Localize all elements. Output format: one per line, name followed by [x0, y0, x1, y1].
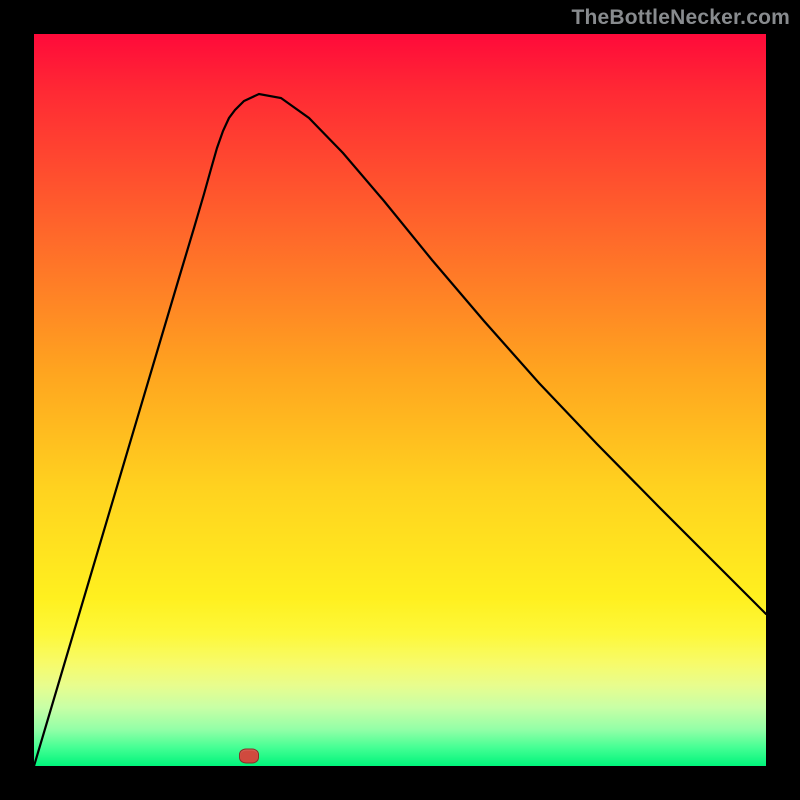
outer-frame: TheBottleNecker.com	[0, 0, 800, 800]
optimal-marker	[239, 749, 259, 764]
plot-area	[34, 34, 766, 766]
attribution-text: TheBottleNecker.com	[571, 6, 790, 30]
bottleneck-curve	[34, 34, 766, 766]
